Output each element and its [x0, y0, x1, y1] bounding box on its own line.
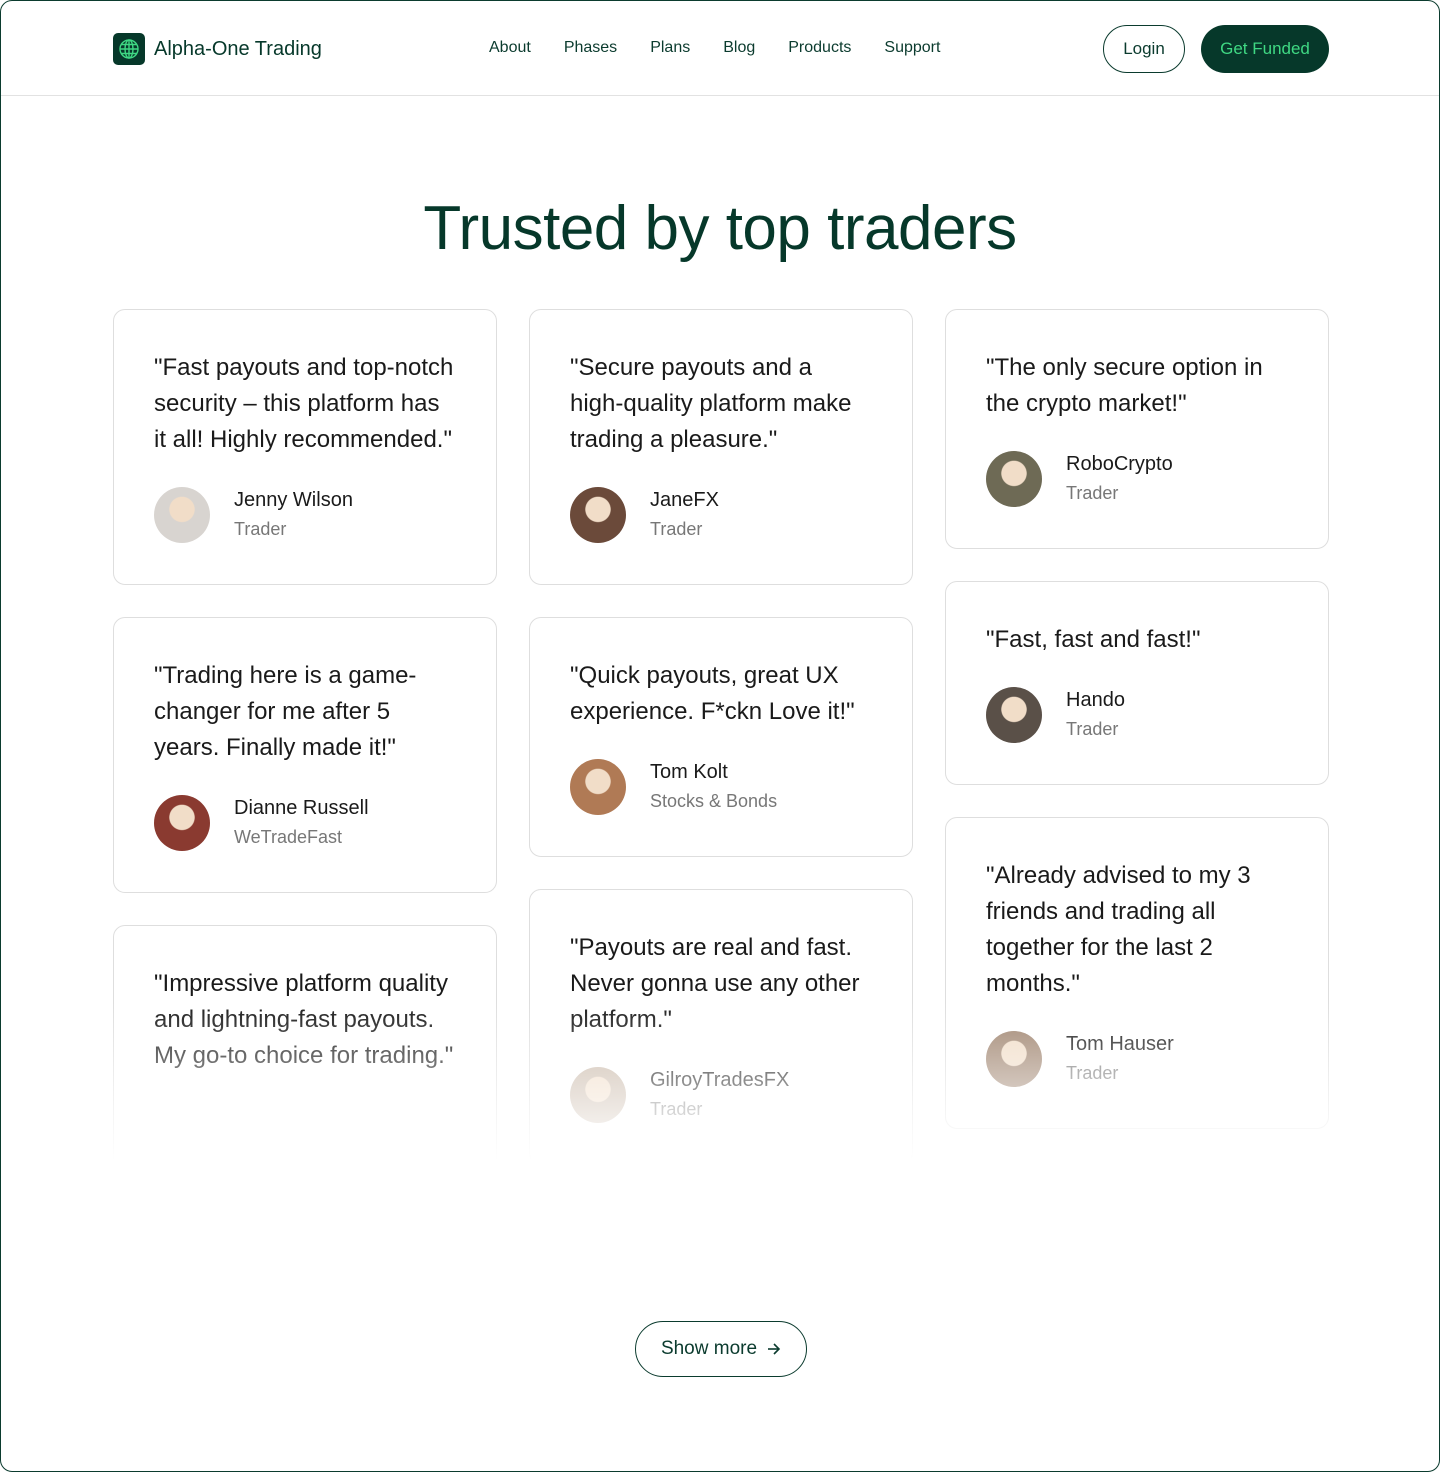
nav-link-products[interactable]: Products — [788, 39, 851, 57]
avatar — [570, 759, 626, 815]
testimonial-author: Tom Hauser Trader — [986, 1030, 1288, 1088]
testimonial-column: "Fast payouts and top-notch security – t… — [113, 309, 497, 1159]
avatar — [986, 451, 1042, 507]
author-role: Trader — [1066, 483, 1119, 503]
nav-link-support[interactable]: Support — [884, 39, 940, 57]
arrow-right-icon — [768, 1343, 781, 1355]
testimonial-quote: "Impressive platform quality and lightni… — [154, 970, 454, 1069]
testimonial-card: "Fast, fast and fast!" Hando Trader — [945, 581, 1329, 785]
testimonial-quote: "Secure payouts and a high-quality platf… — [570, 354, 852, 453]
globe-icon — [113, 33, 145, 65]
testimonial-quote: "Fast payouts and top-notch security – t… — [154, 354, 454, 453]
author-role: Trader — [650, 519, 703, 539]
testimonial-card: "Already advised to my 3 friends and tra… — [945, 817, 1329, 1129]
nav-link-plans[interactable]: Plans — [650, 39, 690, 57]
testimonial-quote: "The only secure option in the crypto ma… — [986, 354, 1263, 417]
login-button[interactable]: Login — [1103, 25, 1185, 73]
show-more-label: Show more — [660, 1338, 758, 1359]
testimonial-author: Dianne Russell WeTradeFast — [154, 794, 456, 852]
author-role: Trader — [650, 1099, 703, 1119]
testimonial-card: "Secure payouts and a high-quality platf… — [529, 309, 913, 585]
author-name: RoboCrypto — [1066, 453, 1173, 475]
get-funded-button[interactable]: Get Funded — [1201, 25, 1329, 73]
testimonial-author: JaneFX Trader — [570, 486, 872, 544]
testimonial-quote: "Trading here is a game-changer for me a… — [154, 662, 417, 761]
show-more-button[interactable]: Show more — [635, 1321, 807, 1377]
avatar — [154, 487, 210, 543]
author-role: Trader — [1066, 719, 1119, 739]
testimonial-column: "Secure payouts and a high-quality platf… — [529, 309, 913, 1159]
testimonial-quote: "Fast, fast and fast!" — [986, 626, 1201, 653]
author-role: Trader — [1066, 1063, 1119, 1083]
avatar — [154, 795, 210, 851]
author-name: Tom Kolt — [650, 761, 728, 783]
top-nav: Alpha-One Trading About Phases Plans Blo… — [1, 1, 1439, 96]
testimonial-card: "Fast payouts and top-notch security – t… — [113, 309, 497, 585]
avatar — [570, 487, 626, 543]
testimonial-author: Jenny Wilson Trader — [154, 486, 456, 544]
testimonials-grid: "Fast payouts and top-notch security – t… — [113, 309, 1329, 1159]
nav-links: About Phases Plans Blog Products Support — [489, 39, 940, 57]
nav-link-phases[interactable]: Phases — [564, 39, 617, 57]
author-role: Stocks & Bonds — [650, 791, 778, 811]
testimonial-card: "Payouts are real and fast. Never gonna … — [529, 889, 913, 1159]
author-name: Dianne Russell — [234, 797, 369, 819]
nav-link-about[interactable]: About — [489, 39, 531, 57]
testimonial-author: Hando Trader — [986, 686, 1288, 744]
testimonial-quote: "Quick payouts, great UX experience. F*c… — [570, 662, 855, 725]
testimonial-quote: "Payouts are real and fast. Never gonna … — [570, 934, 860, 1033]
testimonial-card: "Quick payouts, great UX experience. F*c… — [529, 617, 913, 857]
page-title: Trusted by top traders — [423, 194, 1017, 263]
testimonial-quote: "Already advised to my 3 friends and tra… — [986, 862, 1251, 997]
testimonial-author: RoboCrypto Trader — [986, 450, 1288, 508]
testimonial-author: Tom Kolt Stocks & Bonds — [570, 758, 872, 816]
brand-name: Alpha-One Trading — [154, 37, 322, 60]
author-name: Jenny Wilson — [234, 489, 353, 511]
avatar — [570, 1067, 626, 1123]
page: Alpha-One Trading About Phases Plans Blo… — [0, 0, 1440, 1472]
author-name: Hando — [1066, 689, 1125, 711]
author-name: JaneFX — [650, 489, 719, 511]
testimonial-card: "The only secure option in the crypto ma… — [945, 309, 1329, 549]
testimonial-author: GilroyTradesFX Trader — [570, 1066, 872, 1124]
testimonial-card: "Trading here is a game-changer for me a… — [113, 617, 497, 893]
nav-link-blog[interactable]: Blog — [723, 39, 755, 57]
testimonial-card: "Impressive platform quality and lightni… — [113, 925, 497, 1159]
author-role: Trader — [234, 519, 287, 539]
avatar — [986, 1031, 1042, 1087]
logo[interactable]: Alpha-One Trading — [113, 33, 322, 65]
avatar — [986, 687, 1042, 743]
author-role: WeTradeFast — [234, 827, 343, 847]
author-name: GilroyTradesFX — [650, 1069, 790, 1091]
testimonial-column: "The only secure option in the crypto ma… — [945, 309, 1329, 1159]
author-name: Tom Hauser — [1066, 1033, 1174, 1055]
